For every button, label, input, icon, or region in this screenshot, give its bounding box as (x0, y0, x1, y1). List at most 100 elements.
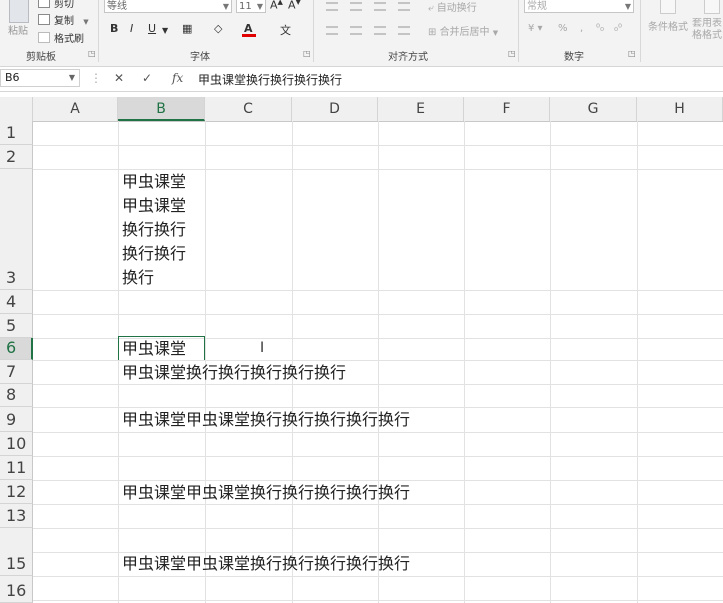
column-header[interactable]: H (637, 97, 723, 121)
row-header[interactable]: 1 (0, 121, 33, 145)
chevron-down-icon[interactable]: ▼ (83, 18, 88, 26)
row-header[interactable]: 5 (0, 314, 33, 338)
row-header[interactable]: 3 (0, 169, 33, 290)
clipboard-group-label: 剪贴板 (26, 52, 56, 63)
chevron-down-icon: ▼ (68, 73, 75, 82)
align-center-icon[interactable] (350, 26, 362, 35)
chevron-down-icon: ▼ (256, 2, 263, 11)
bold-button[interactable]: B (110, 22, 118, 35)
row-header[interactable]: 7 (0, 360, 33, 384)
cell-b3-line: 甲虫课堂 (122, 172, 187, 191)
font-group-label: 字体 (190, 52, 210, 63)
row-header[interactable]: 10 (0, 432, 33, 456)
column-header[interactable]: F (464, 97, 550, 121)
row-header[interactable]: 9 (0, 407, 33, 432)
cell-b12[interactable]: 甲虫课堂甲虫课堂换行换行换行换行换行 (122, 481, 410, 505)
gridline (33, 528, 723, 529)
divider (518, 0, 519, 62)
copy-button[interactable]: 复制 ▼ (38, 12, 89, 27)
conditional-format-button[interactable]: 条件格式 (648, 18, 688, 33)
number-format-select[interactable]: 常规 ▼ (524, 0, 634, 13)
dialog-launcher-icon[interactable]: ◳ (508, 49, 516, 58)
gridline (33, 290, 723, 291)
gridline (33, 576, 723, 577)
align-top-icon[interactable] (326, 2, 338, 11)
percent-button[interactable]: % (558, 23, 568, 34)
row-header[interactable]: 2 (0, 145, 33, 169)
italic-button[interactable]: I (130, 22, 133, 35)
format-table-icon[interactable] (704, 0, 720, 14)
format-painter-button[interactable]: 格式刷 (38, 30, 84, 45)
column-header[interactable]: G (550, 97, 637, 121)
ribbon: 粘贴 剪切 复制 ▼ 格式刷 剪贴板 ◳ 等线 ▼ 11 ▼ A▲ A▼ B I U… (0, 0, 723, 67)
border-icon[interactable]: ▦ (182, 22, 192, 35)
row-header[interactable] (0, 528, 33, 552)
increase-decimal-icon[interactable]: ⁰₀ (596, 23, 604, 34)
dialog-launcher-icon[interactable]: ◳ (628, 49, 636, 58)
currency-icon[interactable]: ¥ ▾ (528, 23, 543, 34)
cell-b9[interactable]: 甲虫课堂甲虫课堂换行换行换行换行换行 (122, 408, 410, 432)
row-header[interactable]: 8 (0, 384, 33, 407)
name-box[interactable]: B6 ▼ (0, 69, 80, 87)
cell-b6[interactable]: 甲虫课堂 (122, 337, 186, 361)
cell-b15[interactable]: 甲虫课堂甲虫课堂换行换行换行换行换行 (122, 552, 410, 576)
divider (98, 0, 99, 62)
row-header[interactable]: 12 (0, 480, 33, 504)
column-header[interactable]: B (118, 97, 205, 121)
gridline (33, 314, 723, 315)
dialog-launcher-icon[interactable]: ◳ (303, 49, 311, 58)
merge-icon: ⊞ (428, 27, 440, 38)
column-header[interactable]: C (205, 97, 292, 121)
gridline (33, 432, 723, 433)
indent-icon[interactable] (398, 26, 410, 35)
column-header[interactable]: E (378, 97, 464, 121)
chevron-down-icon[interactable]: ▼ (162, 26, 168, 35)
fill-color-icon[interactable]: ◇ (214, 22, 222, 35)
row-header[interactable]: 15 (0, 552, 33, 576)
row-header[interactable]: 16 (0, 576, 33, 603)
wrap-text-icon: ⤶ (428, 3, 437, 14)
format-table-button[interactable]: 套用表格格式 (692, 18, 723, 42)
cell-b3-line: 甲虫课堂 (122, 196, 187, 215)
column-header[interactable]: D (292, 97, 378, 121)
underline-button[interactable]: U (148, 22, 156, 35)
align-left-icon[interactable] (326, 26, 338, 35)
merge-center-button[interactable]: ⊞ 合并后居中 ▼ (428, 23, 498, 38)
row-header[interactable]: 6 (0, 338, 33, 360)
wrap-text-button[interactable]: ⤶ 自动换行 (428, 0, 477, 14)
gridline (637, 121, 638, 603)
column-header[interactable]: A (33, 97, 118, 121)
increase-font-icon[interactable]: A▲ (270, 0, 283, 12)
insert-function-icon[interactable]: fx (172, 71, 183, 85)
gridline (550, 121, 551, 603)
chevron-down-icon: ▼ (222, 2, 229, 11)
text-cursor-icon: I (260, 340, 265, 356)
formula-input[interactable]: 甲虫课堂换行换行换行换行 (198, 71, 342, 88)
cell-b3-line: 换行 (122, 268, 155, 287)
decrease-font-icon[interactable]: A▼ (288, 0, 301, 12)
dialog-launcher-icon[interactable]: ◳ (88, 49, 96, 58)
orientation-icon[interactable] (398, 2, 410, 11)
conditional-format-icon[interactable] (660, 0, 676, 14)
row-header[interactable]: 11 (0, 456, 33, 480)
paste-icon[interactable] (9, 0, 29, 23)
cancel-icon[interactable]: ✕ (114, 71, 124, 85)
align-bottom-icon[interactable] (374, 2, 386, 11)
paste-button[interactable]: 粘贴 (8, 22, 28, 37)
gridline (33, 600, 723, 601)
select-all-button[interactable] (0, 97, 33, 121)
chevron-down-icon: ▼ (624, 2, 631, 11)
font-name-select[interactable]: 等线 ▼ (104, 0, 232, 13)
cell-b7[interactable]: 甲虫课堂换行换行换行换行换行 (122, 361, 346, 385)
font-size-select[interactable]: 11 ▼ (236, 0, 266, 13)
phonetic-icon[interactable]: 文 (280, 22, 291, 38)
row-header[interactable]: 4 (0, 290, 33, 314)
enter-icon[interactable]: ✓ (142, 71, 152, 85)
comma-button[interactable]: , (580, 23, 583, 34)
decrease-decimal-icon[interactable]: ₀⁰ (614, 23, 622, 34)
align-right-icon[interactable] (374, 26, 386, 35)
cut-button[interactable]: 剪切 (38, 0, 74, 10)
row-header[interactable]: 13 (0, 504, 33, 528)
gridline (33, 456, 723, 457)
align-middle-icon[interactable] (350, 2, 362, 11)
